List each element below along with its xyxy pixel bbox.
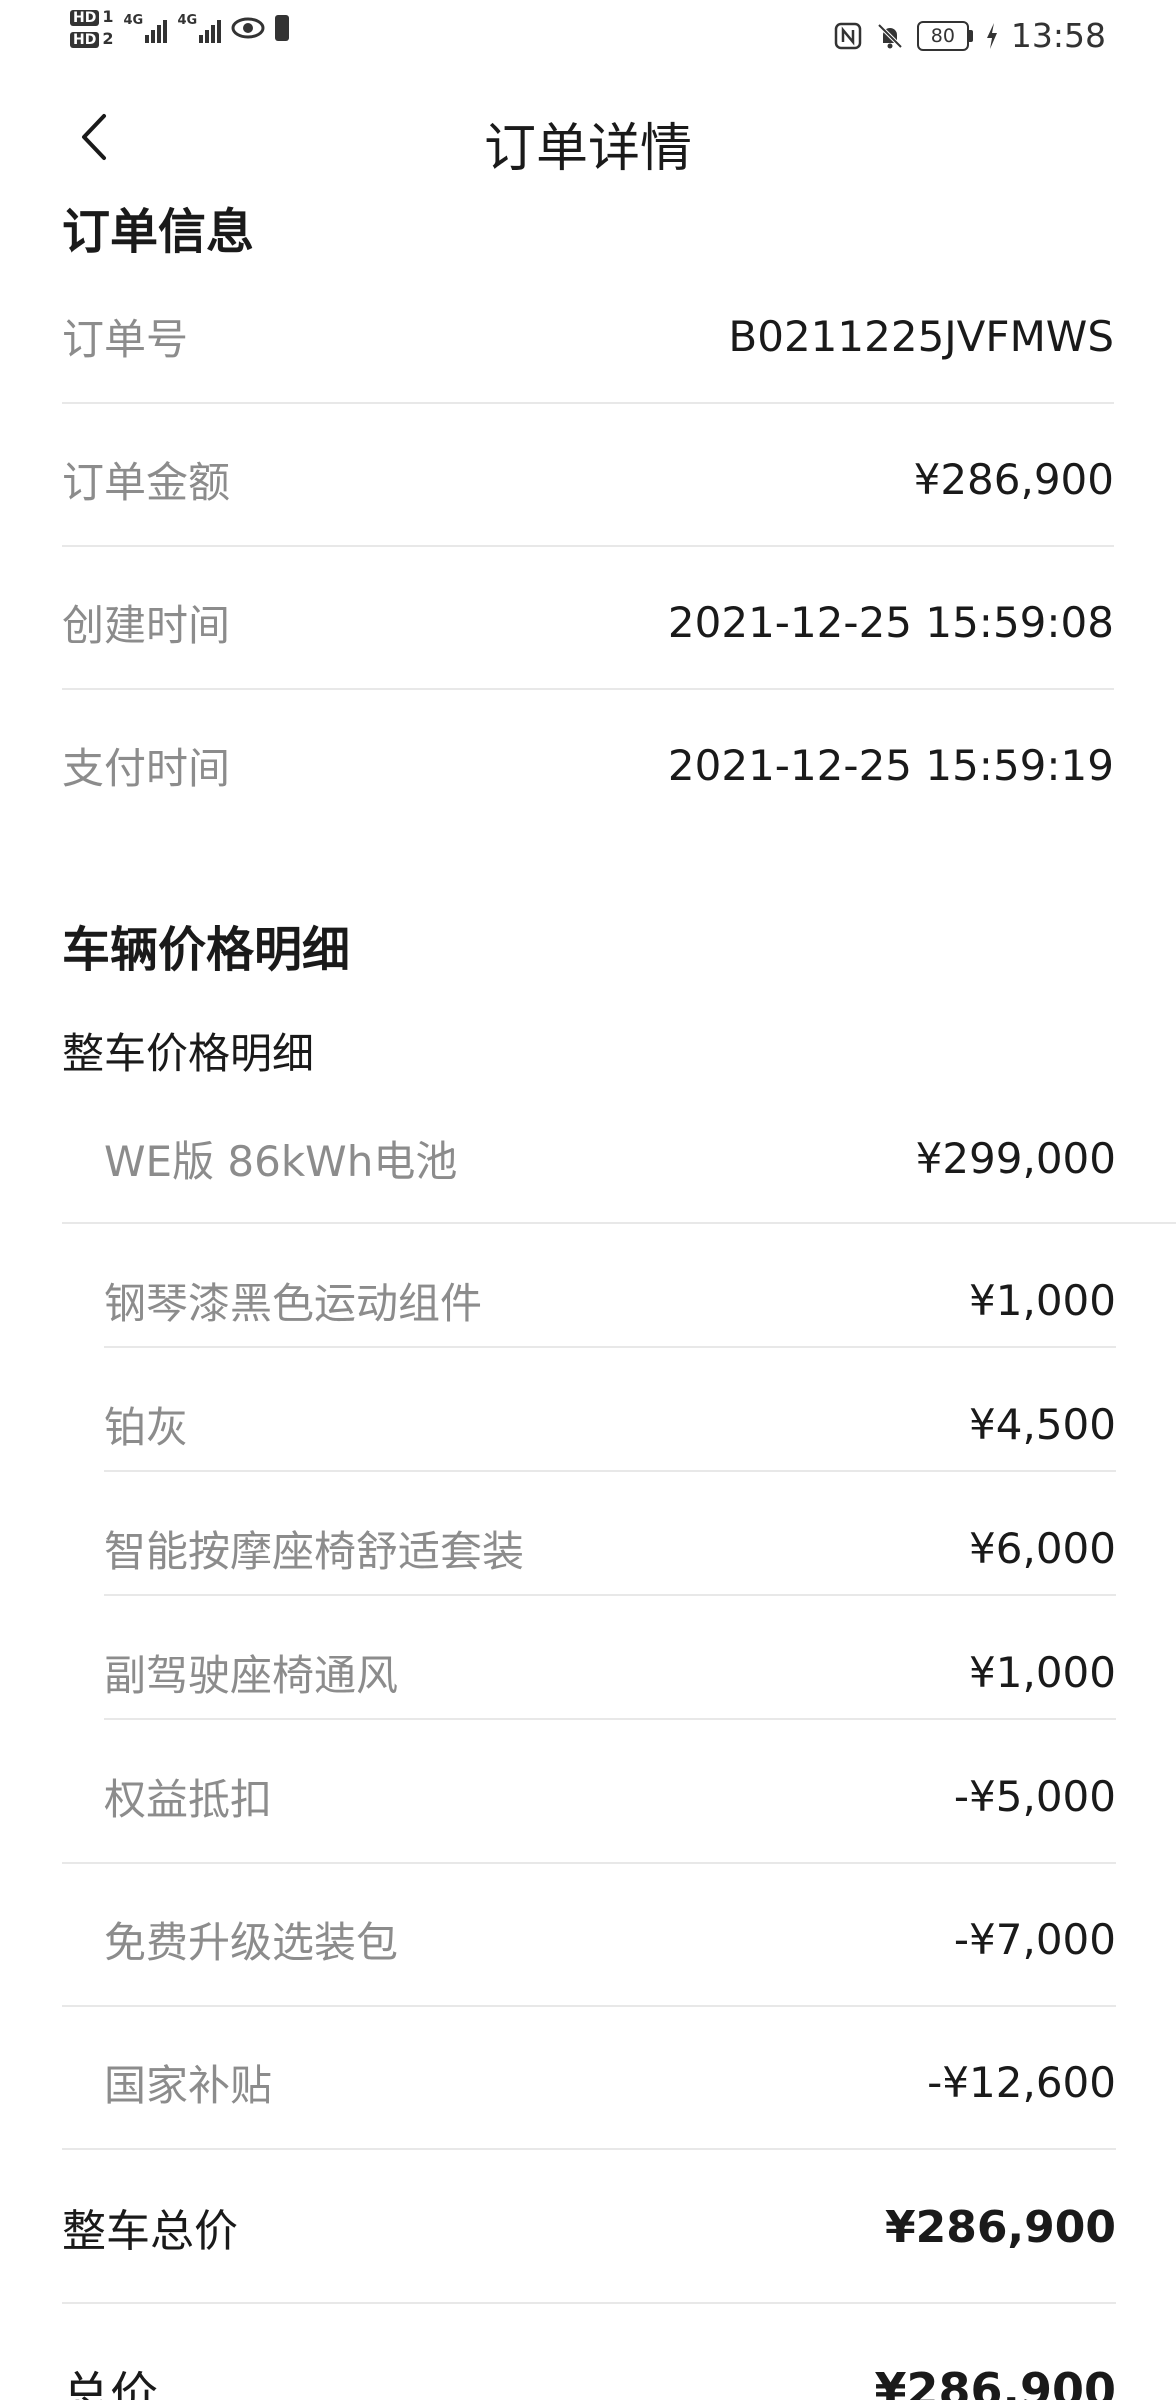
signal-1-icon: 4G [123, 13, 168, 43]
item-value: ¥4,500 [969, 1400, 1116, 1449]
item-label: 免费升级选装包 [104, 1918, 399, 1967]
order-info-title: 订单信息 [62, 204, 255, 260]
item-label: 权益抵扣 [104, 1775, 273, 1824]
item-value: ¥6,000 [969, 1524, 1116, 1573]
battery-icon: 80 [916, 20, 973, 51]
network-2-label: 4G [177, 13, 198, 28]
item-label: WE版 86kWh电池 [104, 1137, 458, 1186]
divider [62, 2005, 1116, 2007]
sim1-indicator: HD 1 [70, 8, 113, 26]
item-value: ¥1,000 [969, 1648, 1116, 1697]
row-value: ¥286,900 [913, 455, 1114, 504]
divider [62, 1862, 1116, 1864]
divider [62, 402, 1114, 404]
nav-bar: 订单详情 [0, 92, 1176, 187]
row-label: 创建时间 [62, 601, 231, 650]
eye-comfort-icon [231, 17, 265, 39]
price-item: WE版 86kWh电池 ¥299,000 [104, 1128, 1116, 1189]
item-value: -¥12,600 [927, 2058, 1116, 2107]
row-label: 支付时间 [62, 744, 231, 793]
row-value: 2021-12-25 15:59:19 [667, 741, 1114, 790]
item-label: 国家补贴 [104, 2061, 273, 2110]
sim2-number: 2 [102, 29, 114, 48]
row-label: 订单金额 [62, 458, 231, 507]
page-title: 订单详情 [483, 119, 692, 179]
price-item: 铂灰 ¥4,500 [104, 1394, 1116, 1455]
divider [62, 2302, 1116, 2304]
item-value: ¥299,000 [915, 1134, 1116, 1183]
divider [104, 1718, 1116, 1720]
price-item: 智能按摩座椅舒适套装 ¥6,000 [104, 1518, 1116, 1579]
nfc-icon [834, 22, 862, 49]
sim2-indicator: HD 2 [70, 30, 113, 48]
vehicle-total-row: 整车总价 ¥286,900 [62, 2195, 1116, 2259]
charging-icon [986, 22, 997, 49]
item-value: -¥7,000 [953, 1915, 1116, 1964]
divider [62, 1222, 1176, 1224]
mute-bell-icon [877, 23, 903, 48]
hd2-badge: HD [70, 32, 100, 48]
row-value: 2021-12-25 15:59:08 [667, 598, 1114, 647]
item-label: 铂灰 [104, 1403, 189, 1452]
item-label: 副驾驶座椅通风 [104, 1651, 399, 1700]
price-item: 国家补贴 -¥12,600 [104, 2052, 1116, 2113]
divider [104, 1594, 1116, 1596]
status-left: HD 1 HD 2 4G 4G [70, 8, 290, 48]
status-right: 80 13:58 [833, 16, 1106, 55]
price-item: 权益抵扣 -¥5,000 [104, 1766, 1116, 1827]
grand-total-value: ¥286,900 [874, 2363, 1116, 2400]
item-label: 钢琴漆黑色运动组件 [104, 1279, 483, 1328]
vehicle-total-value: ¥286,900 [884, 2201, 1116, 2253]
divider [62, 545, 1114, 547]
price-item: 副驾驶座椅通风 ¥1,000 [104, 1642, 1116, 1703]
divider [104, 1470, 1116, 1472]
grand-total-row: 总价 ¥286,900 [62, 2355, 1116, 2400]
network-1-label: 4G [123, 13, 144, 28]
price-detail-title: 车辆价格明细 [62, 922, 351, 978]
item-value: ¥1,000 [969, 1276, 1116, 1325]
vehicle-price-subtitle: 整车价格明细 [62, 1029, 315, 1078]
clock: 13:58 [1010, 16, 1106, 55]
vehicle-total-label: 整车总价 [62, 2206, 238, 2257]
grand-total-label: 总价 [62, 2367, 159, 2400]
payment-time-row: 支付时间 2021-12-25 15:59:19 [62, 735, 1114, 796]
hd1-badge: HD [70, 10, 100, 26]
price-item: 钢琴漆黑色运动组件 ¥1,000 [104, 1270, 1116, 1331]
item-label: 智能按摩座椅舒适套装 [104, 1527, 525, 1576]
battery-level: 80 [916, 20, 969, 51]
storage-icon [275, 15, 290, 41]
order-number-row: 订单号 B0211225JVFMWS [62, 306, 1114, 367]
row-value: B0211225JVFMWS [728, 312, 1114, 361]
signal-2-icon: 4G [177, 13, 222, 43]
divider [104, 1346, 1116, 1348]
order-amount-row: 订单金额 ¥286,900 [62, 449, 1114, 510]
created-time-row: 创建时间 2021-12-25 15:59:08 [62, 592, 1114, 653]
sim1-number: 1 [102, 7, 114, 26]
item-value: -¥5,000 [953, 1772, 1116, 1821]
row-label: 订单号 [62, 315, 189, 364]
divider [62, 688, 1114, 690]
status-bar: HD 1 HD 2 4G 4G 80 13:58 [0, 0, 1176, 72]
divider [62, 2148, 1116, 2150]
sim-indicators: HD 1 HD 2 [70, 8, 113, 48]
price-item: 免费升级选装包 -¥7,000 [104, 1909, 1116, 1970]
